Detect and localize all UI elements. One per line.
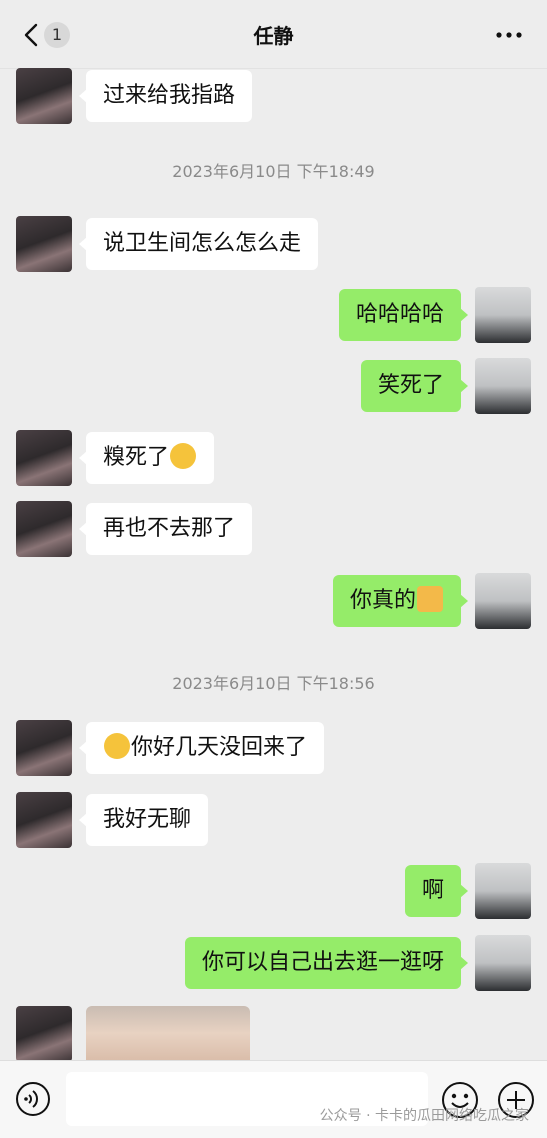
message-row: 再也不去那了: [0, 501, 547, 557]
message-row: 糗死了: [0, 430, 547, 486]
contact-avatar[interactable]: [16, 216, 72, 272]
contact-avatar[interactable]: [16, 792, 72, 848]
message-bubble[interactable]: 糗死了: [78, 432, 215, 484]
input-toolbar: 公众号 · 卡卡的瓜田网络吃瓜之家: [0, 1060, 547, 1138]
message-bubble[interactable]: 我好无聊: [78, 794, 209, 846]
message-row: 过来给我指路: [0, 68, 547, 124]
image-message[interactable]: [86, 1006, 250, 1060]
message-timestamp: 2023年6月10日 下午18:49: [172, 162, 375, 181]
pensive-face-emoji-icon: [170, 443, 197, 469]
chat-title: 任静: [253, 24, 294, 48]
contact-avatar[interactable]: [16, 1006, 72, 1060]
message-bubble[interactable]: 你真的: [332, 575, 469, 627]
my-avatar[interactable]: [475, 358, 531, 414]
message-row: [0, 1006, 547, 1060]
message-row: 你可以自己出去逛一逛呀: [0, 935, 547, 991]
message-timestamp: 2023年6月10日 下午18:56: [172, 674, 375, 693]
more-options-icon[interactable]: [495, 30, 523, 40]
message-row: 啊: [0, 863, 547, 919]
message-bubble[interactable]: 哈哈哈哈: [338, 289, 469, 341]
message-row: 你真的: [0, 573, 547, 629]
chat-header: 1 任静: [0, 0, 547, 69]
message-list[interactable]: 过来给我指路 2023年6月10日 下午18:49 说卫生间怎么怎么走 哈哈哈哈…: [0, 68, 547, 1060]
message-row: 你好几天没回来了: [0, 720, 547, 776]
message-row: 哈哈哈哈: [0, 287, 547, 343]
message-bubble[interactable]: 笑死了: [360, 360, 469, 412]
message-row: 笑死了: [0, 358, 547, 414]
my-avatar[interactable]: [475, 863, 531, 919]
contact-avatar[interactable]: [16, 501, 72, 557]
frowning-face-emoji-icon: [104, 733, 130, 759]
my-avatar[interactable]: [475, 935, 531, 991]
message-row: 我好无聊: [0, 792, 547, 848]
contact-avatar[interactable]: [16, 68, 72, 124]
message-bubble[interactable]: 说卫生间怎么怎么走: [78, 218, 319, 270]
contact-avatar[interactable]: [16, 430, 72, 486]
message-row: 说卫生间怎么怎么走: [0, 216, 547, 272]
contact-avatar[interactable]: [16, 720, 72, 776]
message-bubble[interactable]: 啊: [404, 865, 469, 917]
message-bubble[interactable]: 再也不去那了: [78, 503, 253, 555]
thumbs-up-emoji-icon: [417, 586, 443, 612]
message-bubble[interactable]: 你可以自己出去逛一逛呀: [184, 937, 469, 989]
watermark-text: 公众号 · 卡卡的瓜田网络吃瓜之家: [319, 1108, 529, 1124]
my-avatar[interactable]: [475, 573, 531, 629]
message-bubble[interactable]: 过来给我指路: [78, 70, 253, 122]
message-bubble[interactable]: 你好几天没回来了: [78, 722, 325, 774]
voice-input-icon[interactable]: [15, 1081, 51, 1117]
my-avatar[interactable]: [475, 287, 531, 343]
